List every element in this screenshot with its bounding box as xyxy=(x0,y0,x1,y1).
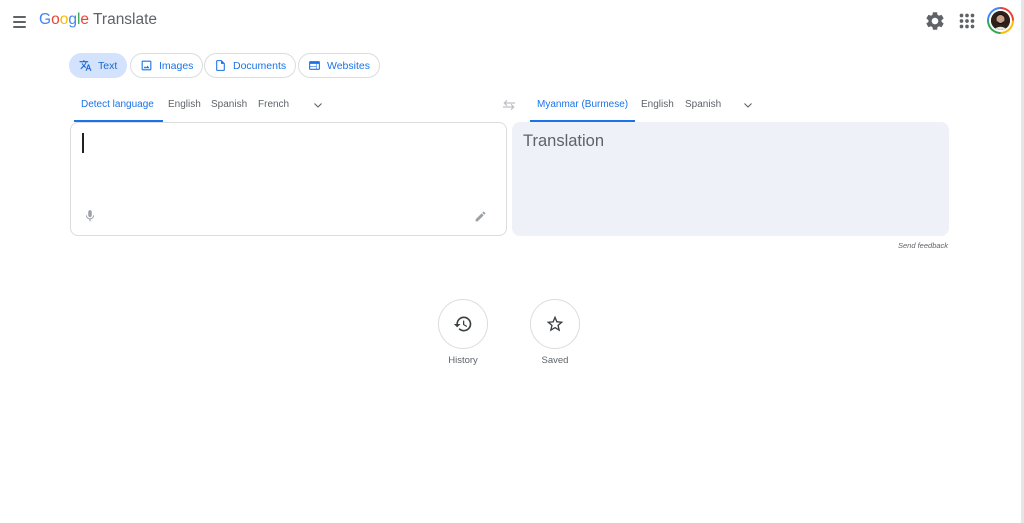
menu-icon-line xyxy=(13,26,26,28)
star-icon xyxy=(546,315,564,332)
source-lang-tab-french[interactable]: French xyxy=(258,99,289,110)
logo-letter: e xyxy=(80,11,90,28)
history-label: History xyxy=(448,355,478,366)
mode-chip-label: Websites xyxy=(327,59,370,72)
send-feedback-link[interactable]: Send feedback xyxy=(898,241,948,250)
microphone-icon[interactable] xyxy=(83,208,97,224)
menu-icon-line xyxy=(13,16,26,18)
google-translate-logo[interactable]: Google Translate xyxy=(39,11,157,29)
account-avatar[interactable] xyxy=(987,7,1014,34)
person-silhouette-icon xyxy=(991,11,1010,30)
source-lang-tab-english[interactable]: English xyxy=(168,99,201,110)
source-text-panel xyxy=(70,122,507,236)
mode-chip-websites[interactable]: Websites xyxy=(298,53,380,78)
logo-letter: g xyxy=(68,11,77,28)
translate-icon xyxy=(79,60,92,71)
source-lang-tab-detect[interactable]: Detect language xyxy=(81,99,154,110)
history-icon xyxy=(453,316,472,332)
logo-letter: G xyxy=(39,11,52,28)
target-lang-tab-english[interactable]: English xyxy=(641,99,674,110)
source-lang-tab-spanish[interactable]: Spanish xyxy=(211,99,247,110)
saved-label: Saved xyxy=(541,355,569,366)
avatar-photo xyxy=(991,11,1010,30)
logo-letter: o xyxy=(51,11,60,28)
target-lang-tab-spanish[interactable]: Spanish xyxy=(685,99,721,110)
target-lang-tab-myanmar[interactable]: Myanmar (Burmese) xyxy=(537,99,628,110)
mode-chip-label: Images xyxy=(159,59,194,72)
source-text-input[interactable] xyxy=(81,131,491,201)
mode-chip-text[interactable]: Text xyxy=(69,53,128,78)
mode-chip-images[interactable]: Images xyxy=(130,53,204,78)
product-name: Translate xyxy=(93,11,158,28)
website-icon xyxy=(309,61,320,70)
top-app-bar: Google Translate xyxy=(0,0,1024,42)
mode-chip-label: Documents xyxy=(233,59,287,72)
translation-placeholder: Translation xyxy=(523,132,605,150)
apps-grid-icon[interactable] xyxy=(956,10,978,32)
saved-button[interactable] xyxy=(530,299,580,349)
menu-icon-line xyxy=(13,21,26,23)
swap-languages-icon[interactable] xyxy=(501,98,517,112)
main-menu-button[interactable] xyxy=(10,11,30,31)
mode-chip-label: Text xyxy=(98,59,118,72)
target-more-languages-chevron-down-icon[interactable] xyxy=(742,99,754,111)
history-button[interactable] xyxy=(438,299,488,349)
settings-gear-icon[interactable] xyxy=(924,10,946,32)
document-icon xyxy=(216,60,225,71)
mode-chip-documents[interactable]: Documents xyxy=(204,53,297,78)
handwriting-pen-icon[interactable] xyxy=(474,210,487,223)
translation-output-panel: Translation xyxy=(512,122,949,236)
source-more-languages-chevron-down-icon[interactable] xyxy=(312,99,324,111)
image-icon xyxy=(141,60,152,71)
